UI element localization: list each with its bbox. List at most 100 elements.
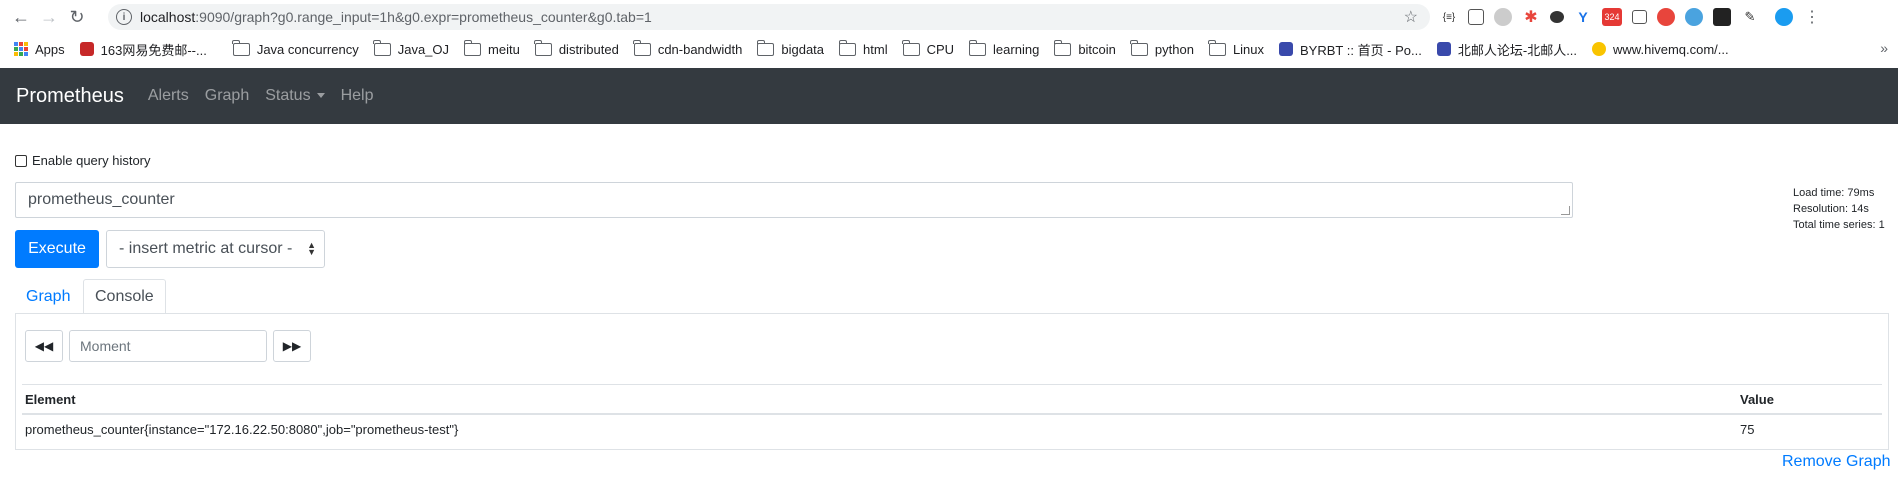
back-arrow-icon[interactable]: ← <box>7 3 35 31</box>
folder-icon <box>1208 39 1226 56</box>
expression-text: prometheus_counter <box>28 191 175 208</box>
bookmark-hivemq[interactable]: www.hivemq.com/... <box>1592 42 1729 57</box>
byrbt-icon <box>1279 42 1294 56</box>
execute-button[interactable]: Execute <box>15 230 99 268</box>
bookmark-byrbt[interactable]: BYRBT :: 首页 - Po... <box>1279 40 1422 59</box>
address-bar[interactable]: i localhost:9090/graph?g0.range_input=1h… <box>108 4 1430 30</box>
time-forward-button[interactable]: ▶▶ <box>273 330 311 362</box>
folder-icon <box>1053 39 1072 56</box>
folder-icon <box>534 39 552 56</box>
folder-icon <box>838 39 857 56</box>
language-extension-icon[interactable]: ✎ <box>1741 8 1759 26</box>
bookmark-python[interactable]: python <box>1130 39 1194 57</box>
asterisk-extension-icon[interactable]: ✱ <box>1522 8 1540 26</box>
bookmark-byr-forum[interactable]: 北邮人论坛-北邮人... <box>1436 40 1577 59</box>
bookmark-label: learning <box>993 41 1040 57</box>
folder-icon <box>902 39 920 56</box>
profile-avatar-icon[interactable] <box>1775 8 1793 26</box>
prometheus-navbar: Prometheus Alerts Graph Status Help <box>0 68 1898 124</box>
folder-icon <box>1130 39 1148 56</box>
mail-badge-icon[interactable]: 324 <box>1602 8 1622 26</box>
nav-graph[interactable]: Graph <box>197 87 257 105</box>
expression-input[interactable]: prometheus_counter <box>15 182 1573 218</box>
tab-extension-icon[interactable] <box>1632 10 1647 24</box>
bookmark-bigdata[interactable]: bigdata <box>756 39 825 57</box>
bookmark-163-mail[interactable]: 163网易免费邮--... <box>79 40 207 59</box>
bookmark-label: BYRBT :: 首页 - Po... <box>1300 42 1422 58</box>
bookmark-label: bitcoin <box>1078 41 1116 57</box>
header-element: Element <box>25 391 76 407</box>
globe-extension-icon[interactable] <box>1494 8 1512 26</box>
weibo-extension-icon[interactable] <box>1657 8 1675 26</box>
bookmark-label: distributed <box>558 41 619 57</box>
nav-status-label: Status <box>265 87 311 104</box>
hivemq-icon <box>1592 42 1607 56</box>
check-extension-icon[interactable] <box>1685 8 1703 26</box>
more-bookmarks-icon[interactable]: » <box>1880 40 1888 56</box>
bookmark-label: cdn-bandwidth <box>657 41 743 57</box>
forward-arrow-icon[interactable]: → <box>35 3 63 31</box>
brand-logo[interactable]: Prometheus <box>16 85 124 108</box>
extension-icons: {≡} ✱ Y 324 ✎ ⋮ <box>1440 6 1821 28</box>
time-back-button[interactable]: ◀◀ <box>25 330 63 362</box>
folder-icon <box>633 39 651 56</box>
bookmark-label: www.hivemq.com/... <box>1613 41 1729 57</box>
bookmark-bitcoin[interactable]: bitcoin <box>1053 39 1116 57</box>
remove-graph-link[interactable]: Remove Graph <box>1782 453 1891 471</box>
insert-metric-select[interactable]: - insert metric at cursor - ▲ ▼ <box>106 230 325 268</box>
folder-icon <box>232 39 250 56</box>
bookmark-label: 163网易免费邮--... <box>100 42 207 58</box>
info-icon[interactable]: i <box>116 9 132 25</box>
docker-extension-icon[interactable] <box>1550 11 1564 23</box>
total-time-series: Total time series: 1 <box>1793 219 1885 231</box>
bookmark-meitu[interactable]: meitu <box>463 39 520 57</box>
table-row: prometheus_counter{instance="172.16.22.5… <box>22 415 1882 444</box>
bookmark-cdn-bandwidth[interactable]: cdn-bandwidth <box>633 39 743 57</box>
nav-alerts[interactable]: Alerts <box>140 87 197 105</box>
bookmark-label: python <box>1154 41 1194 57</box>
bookmark-java-oj[interactable]: Java_OJ <box>373 39 449 57</box>
url-host: localhost <box>140 9 196 25</box>
nav-status[interactable]: Status <box>257 87 332 105</box>
browser-toolbar: ← → ↻ i localhost:9090/graph?g0.range_in… <box>0 0 1898 34</box>
bookmark-html[interactable]: html <box>838 39 888 57</box>
bookmark-star-icon[interactable]: ☆ <box>1404 7 1418 27</box>
bookmark-label: meitu <box>488 41 520 57</box>
bookmark-label: Linux <box>1232 41 1265 57</box>
query-history-toggle[interactable]: Enable query history <box>15 153 151 168</box>
bookmark-cpu[interactable]: CPU <box>902 39 954 57</box>
bookmark-label: Java concurrency <box>256 41 359 57</box>
json-extension-icon[interactable]: {≡} <box>1440 8 1458 26</box>
screenshot-extension-icon[interactable] <box>1468 9 1484 25</box>
history-checkbox[interactable] <box>15 154 27 167</box>
bookmark-label: Apps <box>35 41 65 57</box>
history-label: Enable query history <box>32 153 151 168</box>
tab-graph[interactable]: Graph <box>15 279 81 314</box>
folder-icon <box>463 39 482 56</box>
bookmark-distributed[interactable]: distributed <box>534 39 619 57</box>
folder-icon <box>756 39 775 56</box>
menu-kebab-icon[interactable]: ⋮ <box>1803 8 1821 26</box>
nav-help[interactable]: Help <box>333 87 382 105</box>
row-element: prometheus_counter{instance="172.16.22.5… <box>25 421 459 437</box>
vue-extension-icon[interactable]: Y <box>1574 8 1592 26</box>
bookmark-java-concurrency[interactable]: Java concurrency <box>232 39 359 57</box>
resize-handle-icon[interactable] <box>1561 206 1570 215</box>
bookmark-linux[interactable]: Linux <box>1208 39 1265 57</box>
insert-metric-label: - insert metric at cursor - <box>119 240 293 257</box>
reload-icon[interactable]: ↻ <box>63 3 91 31</box>
dark-extension-icon[interactable] <box>1713 8 1731 26</box>
graph-tabs: Graph Console <box>15 279 1883 314</box>
table-header: Element Value <box>22 384 1882 415</box>
moment-input[interactable]: Moment <box>69 330 267 362</box>
bookmark-learning[interactable]: learning <box>968 39 1040 57</box>
query-stats: Load time: 79ms Resolution: 14s Total ti… <box>1793 185 1885 233</box>
header-value: Value <box>1740 391 1774 407</box>
bookmark-apps[interactable]: Apps <box>14 42 65 57</box>
bookmark-label: html <box>863 41 888 57</box>
chevron-down-icon <box>316 93 325 99</box>
bookmark-label: bigdata <box>781 41 825 57</box>
tab-console[interactable]: Console <box>83 279 166 314</box>
mail-163-icon <box>79 42 94 56</box>
load-time: Load time: 79ms <box>1793 187 1875 199</box>
